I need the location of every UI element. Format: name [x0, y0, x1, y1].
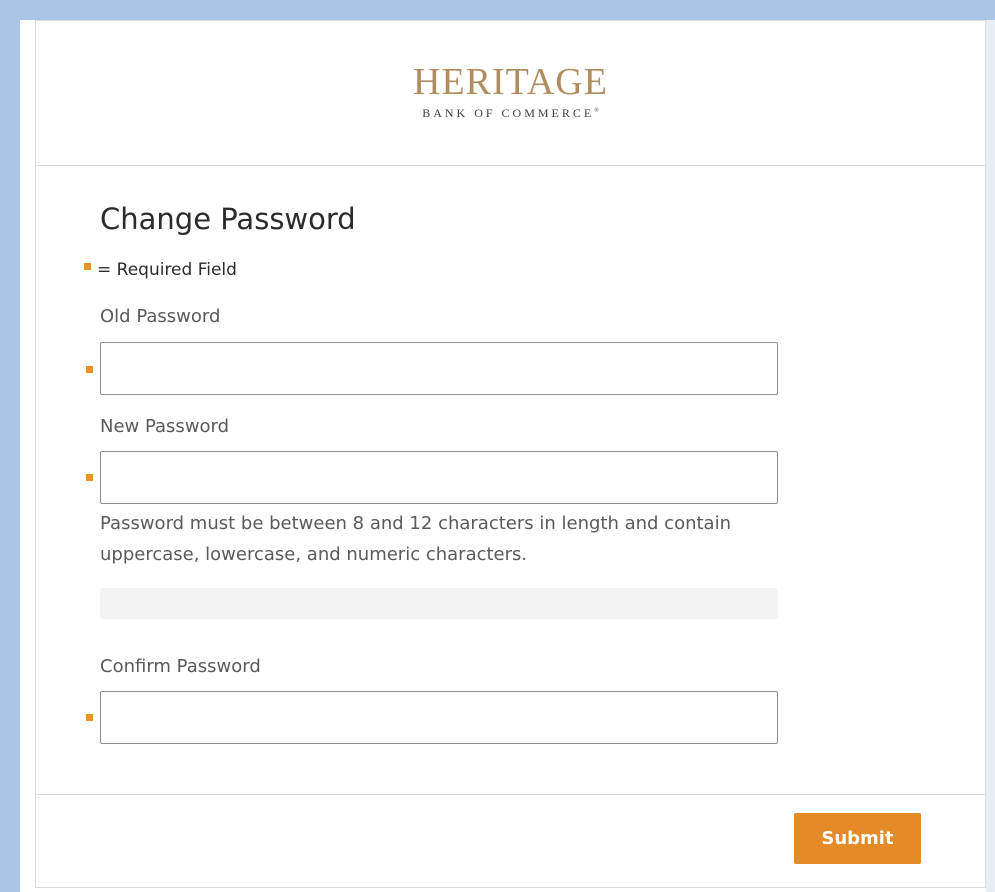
old-password-label: Old Password — [100, 306, 221, 327]
old-password-input[interactable] — [100, 342, 778, 395]
required-marker-icon — [84, 263, 91, 270]
footer-divider — [36, 794, 985, 795]
change-password-panel: HERITAGE BANK OF COMMERCE® Change Passwo… — [35, 20, 986, 888]
trademark-mark: ® — [594, 108, 599, 114]
confirm-password-input[interactable] — [100, 691, 778, 744]
window-frame-right — [986, 20, 995, 892]
page-title: Change Password — [100, 202, 356, 236]
confirm-password-label: Confirm Password — [100, 656, 261, 677]
window-frame-left — [0, 0, 20, 892]
password-requirements-hint: Password must be between 8 and 12 charac… — [100, 513, 731, 565]
required-field-note: = Required Field — [97, 260, 237, 280]
new-password-input[interactable] — [100, 451, 778, 504]
logo-tagline: BANK OF COMMERCE® — [36, 104, 985, 120]
required-marker-icon — [86, 714, 93, 721]
new-password-label: New Password — [100, 416, 230, 437]
heritage-bank-logo: HERITAGE BANK OF COMMERCE® — [36, 62, 985, 120]
logo-wordmark: HERITAGE — [413, 61, 608, 103]
panel-header: HERITAGE BANK OF COMMERCE® — [36, 21, 985, 166]
required-marker-icon — [86, 474, 93, 481]
logo-tagline-text: BANK OF COMMERCE — [422, 106, 595, 120]
password-strength-meter — [100, 588, 778, 619]
required-marker-icon — [86, 366, 93, 373]
window-frame-top — [0, 0, 995, 20]
submit-button[interactable]: Submit — [794, 813, 921, 864]
